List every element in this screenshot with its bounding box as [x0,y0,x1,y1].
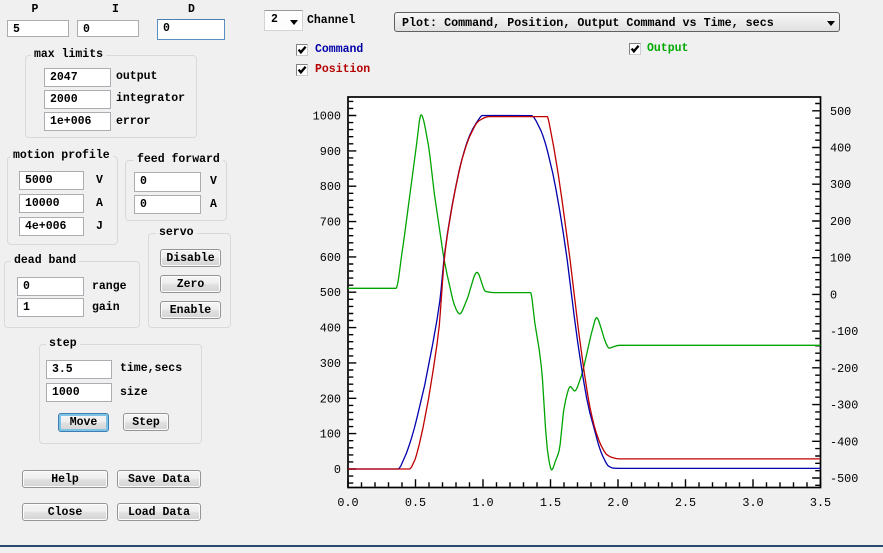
svg-text:0: 0 [334,463,341,477]
svg-text:400: 400 [320,322,341,336]
svg-text:700: 700 [320,216,341,230]
svg-text:-300: -300 [830,399,858,413]
svg-text:600: 600 [320,251,341,265]
svg-text:-500: -500 [830,472,858,486]
svg-text:0.5: 0.5 [405,496,426,510]
svg-text:-100: -100 [830,325,858,339]
svg-text:200: 200 [830,215,851,229]
svg-text:0.0: 0.0 [337,496,358,510]
svg-text:2.0: 2.0 [607,496,628,510]
svg-text:300: 300 [320,357,341,371]
svg-text:1.0: 1.0 [472,496,493,510]
svg-text:1000: 1000 [313,110,341,124]
svg-text:100: 100 [830,252,851,266]
svg-text:500: 500 [830,105,851,119]
svg-text:100: 100 [320,428,341,442]
svg-text:500: 500 [320,286,341,300]
svg-text:300: 300 [830,178,851,192]
svg-text:3.5: 3.5 [810,496,831,510]
svg-text:-200: -200 [830,362,858,376]
svg-text:800: 800 [320,180,341,194]
svg-text:1.5: 1.5 [540,496,561,510]
svg-text:-400: -400 [830,435,858,449]
svg-text:3.0: 3.0 [742,496,763,510]
svg-text:0: 0 [830,288,837,302]
svg-text:400: 400 [830,142,851,156]
svg-text:200: 200 [320,392,341,406]
svg-text:900: 900 [320,145,341,159]
svg-text:2.5: 2.5 [675,496,696,510]
